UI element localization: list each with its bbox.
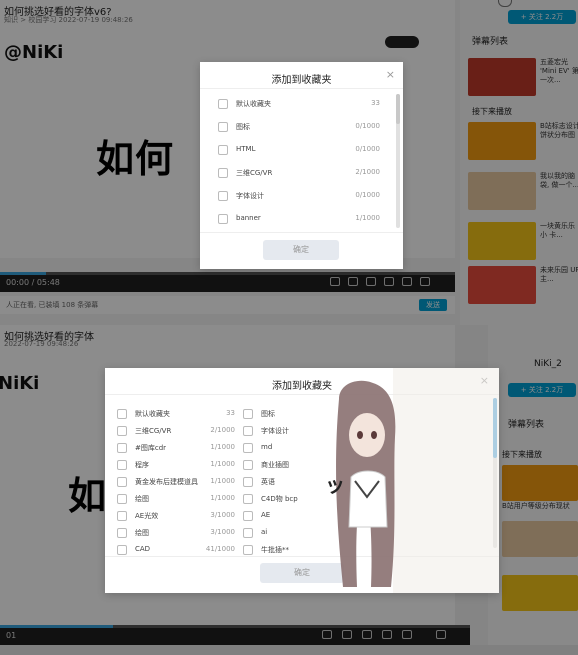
checkbox-icon[interactable]: [243, 545, 253, 555]
scrollbar[interactable]: [396, 94, 400, 228]
anime-character-image: チラッ: [325, 380, 396, 587]
checkbox-icon[interactable]: [117, 494, 127, 504]
folder-row[interactable]: #图库cdr 1/1000: [117, 442, 235, 456]
folder-row[interactable]: 三维CG/VR 2/1000: [218, 167, 380, 181]
close-icon[interactable]: ×: [386, 68, 395, 81]
checkbox-icon[interactable]: [218, 122, 228, 132]
checkbox-icon[interactable]: [243, 443, 253, 453]
folder-row[interactable]: 程序 1/1000: [117, 459, 235, 473]
checkbox-icon[interactable]: [218, 168, 228, 178]
dialog-title: 添加到收藏夹: [271, 75, 332, 86]
folder-row[interactable]: 字体设计 0/1000: [218, 190, 380, 204]
checkbox-icon[interactable]: [243, 426, 253, 436]
checkbox-icon[interactable]: [243, 409, 253, 419]
checkbox-icon[interactable]: [218, 214, 228, 224]
folder-row[interactable]: 三维CG/VR 2/1000: [117, 425, 235, 439]
folder-row[interactable]: 默认收藏夹 33: [117, 408, 235, 422]
folder-row[interactable]: 黄金发布后建模道具 1/1000: [117, 476, 235, 490]
folder-row[interactable]: HTML 0/1000: [218, 144, 380, 158]
folder-row[interactable]: AE光效 3/1000: [117, 510, 235, 524]
folder-row[interactable]: 图标 0/1000: [218, 121, 380, 135]
folder-row[interactable]: 绘图 1/1000: [117, 493, 235, 507]
folder-row[interactable]: banner 1/1000: [218, 213, 380, 227]
checkbox-icon[interactable]: [117, 545, 127, 555]
checkbox-icon[interactable]: [117, 409, 127, 419]
folder-row[interactable]: 默认收藏夹 33: [218, 98, 380, 112]
checkbox-icon[interactable]: [117, 511, 127, 521]
folder-row[interactable]: 绘图 3/1000: [117, 527, 235, 541]
checkbox-icon[interactable]: [117, 477, 127, 487]
checkbox-icon[interactable]: [117, 528, 127, 538]
checkbox-icon[interactable]: [218, 145, 228, 155]
checkbox-icon[interactable]: [117, 460, 127, 470]
favorites-dialog: 添加到收藏夹 × 默认收藏夹 33 图标 0/1000 HTML 0/1000 三维C…: [200, 62, 403, 269]
checkbox-icon[interactable]: [243, 511, 253, 521]
checkbox-icon[interactable]: [218, 99, 228, 109]
confirm-button[interactable]: 确定: [263, 240, 339, 260]
svg-text:チラッ: チラッ: [325, 473, 345, 497]
checkbox-icon[interactable]: [243, 494, 253, 504]
checkbox-icon[interactable]: [218, 191, 228, 201]
checkbox-icon[interactable]: [117, 443, 127, 453]
image-fade-overlay: [393, 368, 499, 593]
checkbox-icon[interactable]: [243, 528, 253, 538]
checkbox-icon[interactable]: [243, 460, 253, 470]
checkbox-icon[interactable]: [117, 426, 127, 436]
checkbox-icon[interactable]: [243, 477, 253, 487]
